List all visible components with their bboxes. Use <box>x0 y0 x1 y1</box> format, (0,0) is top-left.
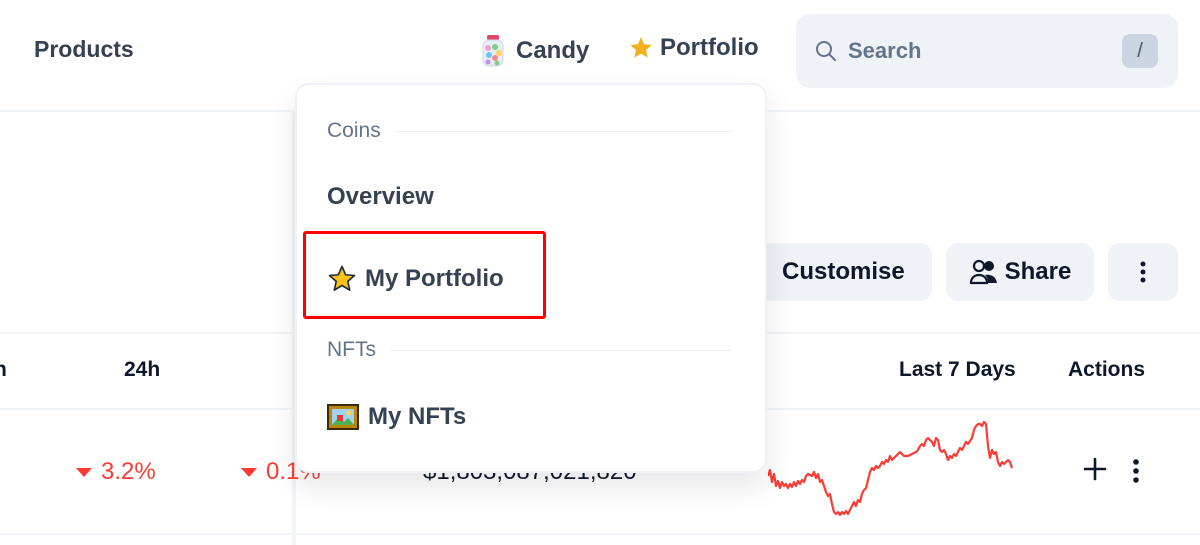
group-divider <box>394 130 731 132</box>
column-header-last-7-days: Last 7 Days <box>899 358 1016 381</box>
nav-portfolio[interactable]: Portfolio <box>628 34 759 62</box>
users-icon <box>969 259 997 285</box>
search-shortcut-key: / <box>1122 34 1158 68</box>
dropdown-group-nfts: NFTs <box>327 338 731 362</box>
add-to-portfolio-icon[interactable] <box>1082 456 1108 482</box>
nav-candy[interactable]: Candy <box>480 34 589 68</box>
star-icon <box>328 265 356 291</box>
menu-item-overview-label: Overview <box>327 183 434 210</box>
nav-products[interactable]: Products <box>34 36 134 63</box>
portfolio-dropdown-menu: Coins Overview My Portfolio NFTs My NFTs <box>295 83 767 473</box>
group-label-coins: Coins <box>327 119 381 142</box>
nav-portfolio-label: Portfolio <box>660 34 759 61</box>
menu-item-my-nfts-label: My NFTs <box>368 403 467 430</box>
nav-candy-label: Candy <box>516 37 590 64</box>
more-options-button[interactable] <box>1108 243 1178 301</box>
row-kebab-menu-icon[interactable] <box>1126 456 1146 486</box>
menu-item-my-nfts[interactable]: My NFTs <box>327 403 466 431</box>
menu-item-my-portfolio[interactable]: My Portfolio <box>327 264 504 294</box>
sparkline-chart <box>768 420 1014 517</box>
change-24h-cell: 3.2% <box>76 458 156 486</box>
candy-jar-icon <box>482 35 504 67</box>
kebab-menu-icon <box>1140 261 1146 283</box>
menu-item-my-portfolio-label: My Portfolio <box>365 265 504 292</box>
framed-picture-icon <box>327 404 359 430</box>
column-header-actions: Actions <box>1068 358 1146 381</box>
table-row-border <box>0 533 1200 535</box>
menu-item-overview[interactable]: Overview <box>327 183 434 211</box>
share-button[interactable]: Share <box>946 243 1094 301</box>
caret-down-icon <box>76 467 92 477</box>
search-placeholder: Search <box>848 38 922 63</box>
customise-label: Customise <box>782 258 905 285</box>
caret-down-icon <box>241 467 257 477</box>
sparkline-line <box>768 420 1014 517</box>
search-input[interactable]: Search / <box>796 14 1178 88</box>
star-icon <box>630 37 652 58</box>
column-header-24h[interactable]: 24h <box>124 358 160 382</box>
dropdown-group-coins: Coins <box>327 119 731 143</box>
group-label-nfts: NFTs <box>327 338 376 361</box>
share-label: Share <box>1004 258 1072 285</box>
column-header-1h[interactable]: h <box>0 358 7 382</box>
group-divider <box>390 349 731 351</box>
change-24h-value: 3.2% <box>101 458 156 485</box>
customise-button[interactable]: Customise <box>760 243 932 301</box>
search-icon <box>816 41 836 61</box>
